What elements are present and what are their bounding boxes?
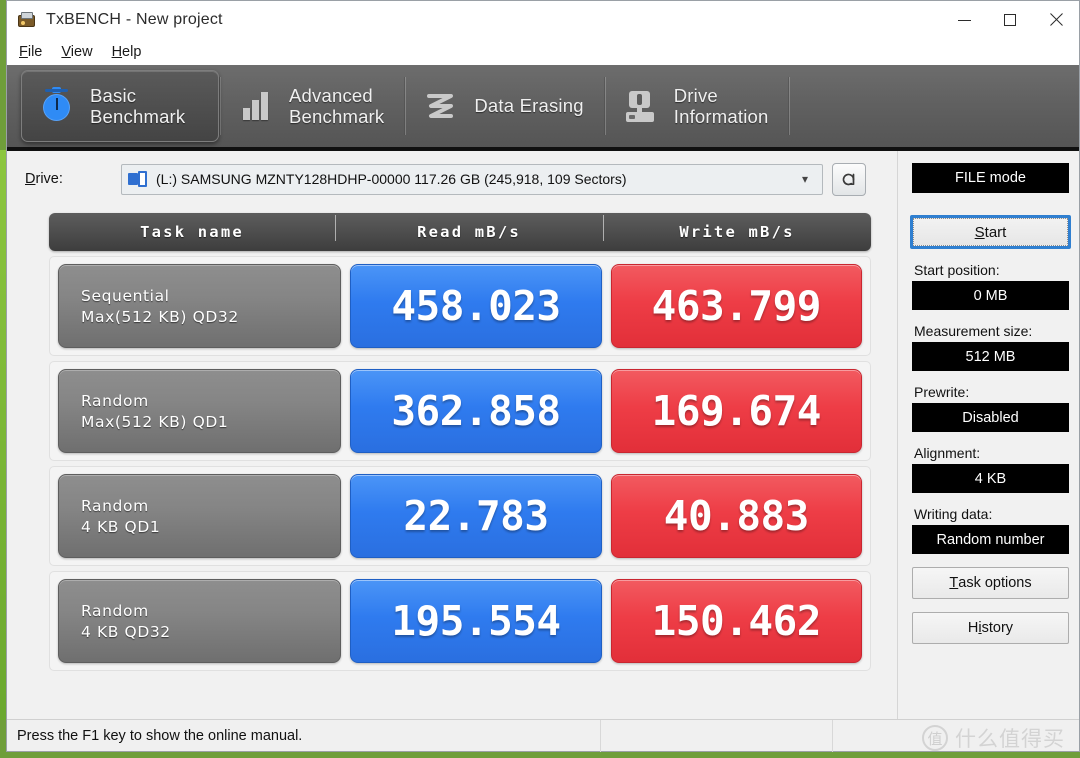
drive-select[interactable]: (L:) SAMSUNG MZNTY128HDHP-00000 117.26 G… (121, 163, 823, 195)
menu-help[interactable]: Help (112, 44, 142, 60)
task-cell: Random Max(512 KB) QD1 (58, 369, 342, 453)
minimize-icon (957, 19, 971, 21)
task-name-line2: Max(512 KB) QD1 (81, 412, 229, 431)
benchmark-pane: Drive: (L:) SAMSUNG MZNTY128HDHP-00000 1… (7, 151, 897, 719)
bar-chart-icon (237, 85, 275, 127)
write-value: 40.883 (610, 474, 862, 558)
task-name-line1: Random (81, 601, 149, 620)
drive-label: Drive: (25, 171, 63, 187)
task-cell: Random 4 KB QD32 (58, 579, 342, 663)
control-panel: FILE mode Start Start position: 0 MB Mea… (897, 151, 1080, 719)
file-mode-button[interactable]: FILE mode (912, 163, 1069, 193)
table-row: Random 4 KB QD1 22.783 40.883 (49, 466, 871, 566)
task-name-line1: Sequential (81, 286, 170, 305)
start-button-focus-ring: Start (910, 215, 1071, 249)
title-bar: TxBENCH - New project (7, 1, 1079, 39)
status-segment-2 (601, 719, 833, 752)
prewrite-value[interactable]: Disabled (912, 403, 1069, 432)
minimize-button[interactable] (941, 1, 987, 39)
measurement-size-label: Measurement size: (914, 323, 1033, 339)
desktop-background: TxBENCH - New project File View Help Bas… (0, 0, 1080, 758)
writing-data-label: Writing data: (914, 506, 993, 522)
menu-file[interactable]: File (19, 44, 42, 60)
refresh-drives-button[interactable] (832, 162, 866, 196)
column-header-write: Write mB/s (603, 215, 871, 241)
task-name-line2: Max(512 KB) QD32 (81, 307, 239, 326)
history-button[interactable]: Hi story (912, 612, 1069, 644)
tab-basic-benchmark-label: Basic Benchmark (90, 84, 186, 127)
column-header-read: Read mB/s (335, 215, 603, 241)
tab-advanced-benchmark-label: Advanced Benchmark (289, 84, 385, 127)
write-value: 463.799 (610, 264, 862, 348)
app-icon (17, 10, 37, 30)
task-name-line1: Random (81, 391, 149, 410)
watermark-text: 什么值得买 (955, 727, 1065, 751)
stopwatch-icon (38, 85, 76, 127)
menu-bar: File View Help (7, 39, 1079, 65)
status-bar: Press the F1 key to show the online manu… (7, 719, 1079, 753)
task-cell: Sequential Max(512 KB) QD32 (58, 264, 342, 348)
window-title: TxBENCH - New project (46, 11, 223, 28)
measurement-size-value[interactable]: 512 MB (912, 342, 1069, 371)
read-value: 362.858 (350, 369, 602, 453)
prewrite-label: Prewrite: (914, 384, 970, 400)
close-button[interactable] (1033, 1, 1079, 39)
read-value: 458.023 (350, 264, 602, 348)
window-controls (941, 1, 1079, 39)
tab-drive-information[interactable]: Drive Information (606, 70, 789, 142)
refresh-icon (842, 173, 855, 186)
alignment-label: Alignment: (914, 445, 981, 461)
start-button[interactable]: Start (913, 218, 1068, 246)
drive-selected-value: (L:) SAMSUNG MZNTY128HDHP-00000 117.26 G… (156, 171, 627, 187)
start-position-label: Start position: (914, 262, 1000, 278)
table-row: Random Max(512 KB) QD1 362.858 169.674 (49, 361, 871, 461)
task-name-line1: Random (81, 496, 149, 515)
read-value: 195.554 (350, 579, 602, 663)
table-row: Sequential Max(512 KB) QD32 458.023 463.… (49, 256, 871, 356)
maximize-icon (1004, 14, 1016, 26)
task-options-button[interactable]: Task options (912, 567, 1069, 599)
menu-view[interactable]: View (61, 44, 92, 60)
drive-info-icon (622, 85, 660, 127)
tab-drive-information-label: Drive Information (673, 84, 769, 127)
drive-icon (128, 171, 148, 187)
tab-strip: Basic Benchmark Advanced Benchmark Data … (7, 65, 1079, 151)
tab-data-erasing[interactable]: Data Erasing (406, 70, 603, 142)
results-table: Task name Read mB/s Write mB/s Sequentia… (49, 213, 871, 671)
tab-advanced-benchmark[interactable]: Advanced Benchmark (221, 70, 404, 142)
tab-divider (788, 77, 791, 135)
task-name-line2: 4 KB QD1 (81, 517, 161, 536)
column-header-task-name: Task name (140, 223, 244, 241)
chevron-down-icon: ▾ (801, 172, 809, 186)
start-position-value[interactable]: 0 MB (912, 281, 1069, 310)
close-icon (1049, 13, 1063, 27)
task-name-line2: 4 KB QD32 (81, 622, 171, 641)
write-value: 150.462 (610, 579, 862, 663)
maximize-button[interactable] (987, 1, 1033, 39)
table-header-row: Task name Read mB/s Write mB/s (49, 213, 871, 251)
watermark-badge: 值 (922, 725, 948, 751)
txbench-window: TxBENCH - New project File View Help Bas… (6, 0, 1080, 752)
writing-data-value[interactable]: Random number (912, 525, 1069, 554)
tab-data-erasing-label: Data Erasing (474, 95, 584, 117)
read-value: 22.783 (350, 474, 602, 558)
zigzag-eraser-icon (422, 85, 460, 127)
write-value: 169.674 (610, 369, 862, 453)
table-row: Random 4 KB QD32 195.554 150.462 (49, 571, 871, 671)
tab-basic-benchmark[interactable]: Basic Benchmark (21, 70, 219, 142)
drive-selector-row: Drive: (L:) SAMSUNG MZNTY128HDHP-00000 1… (7, 159, 897, 199)
task-cell: Random 4 KB QD1 (58, 474, 342, 558)
main-content: Drive: (L:) SAMSUNG MZNTY128HDHP-00000 1… (7, 151, 1079, 719)
status-message: Press the F1 key to show the online manu… (7, 719, 601, 752)
watermark: 值 什么值得买 (922, 723, 1065, 753)
alignment-value[interactable]: 4 KB (912, 464, 1069, 493)
